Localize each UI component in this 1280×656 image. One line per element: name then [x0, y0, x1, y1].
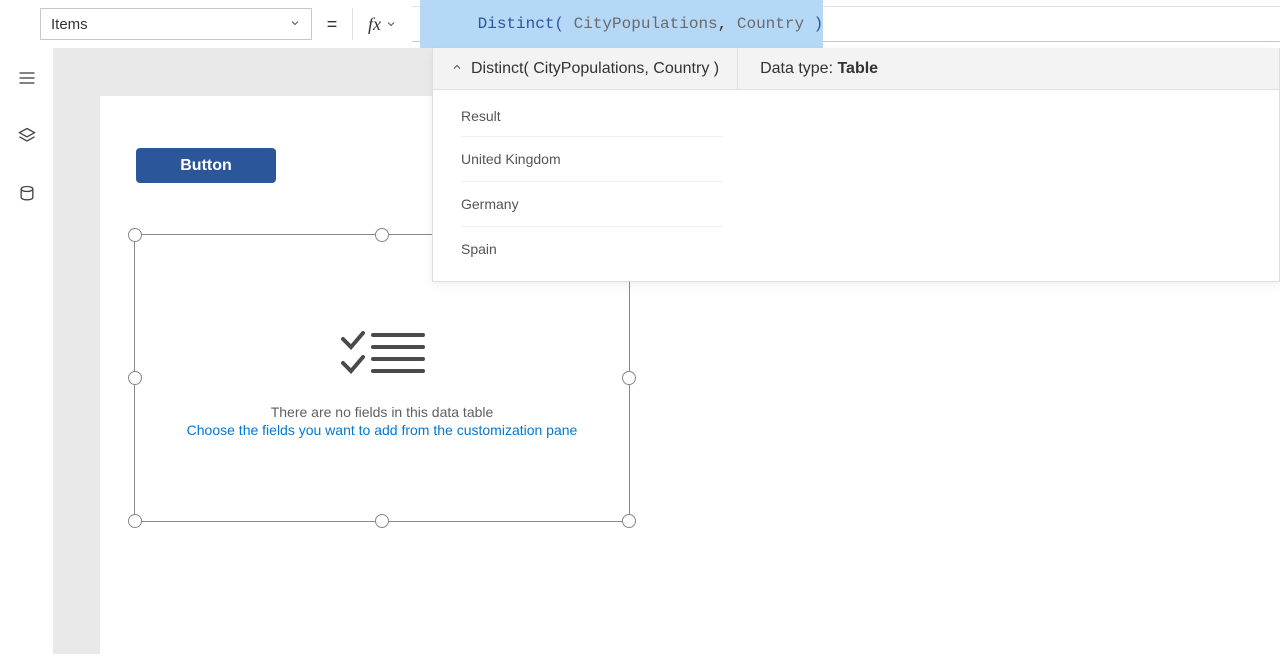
resize-handle[interactable]: [128, 514, 142, 528]
resize-handle[interactable]: [375, 228, 389, 242]
result-row[interactable]: Germany: [461, 182, 723, 227]
equals-sign: =: [312, 14, 352, 35]
left-rail: [0, 48, 54, 654]
result-datatype: Data type: Table: [738, 60, 900, 78]
formula-result-panel: Distinct( CityPopulations, Country ) Dat…: [432, 48, 1280, 282]
resize-handle[interactable]: [128, 228, 142, 242]
result-header: Distinct( CityPopulations, Country ) Dat…: [433, 48, 1279, 90]
result-body: Result United Kingdom Germany Spain: [433, 90, 723, 281]
resize-handle[interactable]: [622, 514, 636, 528]
database-icon[interactable]: [15, 182, 39, 206]
property-dropdown-value: Items: [51, 16, 88, 33]
chevron-down-icon: [385, 14, 397, 35]
formula-bar: Items = fx Distinct( CityPopulations, Co…: [0, 6, 1280, 42]
fx-label: fx: [368, 14, 381, 35]
fx-button[interactable]: fx: [352, 8, 412, 40]
resize-handle[interactable]: [375, 514, 389, 528]
result-row[interactable]: United Kingdom: [461, 137, 723, 182]
app-button[interactable]: Button: [136, 148, 276, 183]
result-column-header: Result: [461, 94, 723, 137]
property-dropdown[interactable]: Items: [40, 8, 312, 40]
chevron-up-icon: [451, 60, 463, 78]
result-row[interactable]: Spain: [461, 227, 723, 271]
formula-text: Distinct( CityPopulations, Country ): [420, 0, 823, 52]
empty-state: There are no fields in this data table C…: [135, 327, 629, 438]
result-expression-cell[interactable]: Distinct( CityPopulations, Country ): [433, 48, 738, 89]
empty-message-link[interactable]: Choose the fields you want to add from t…: [187, 422, 578, 438]
hamburger-icon[interactable]: [15, 66, 39, 90]
formula-input[interactable]: Distinct( CityPopulations, Country ): [412, 6, 1280, 42]
empty-message-line1: There are no fields in this data table: [271, 404, 494, 420]
chevron-down-icon: [289, 16, 301, 33]
checklist-icon: [339, 327, 425, 386]
canvas-area: Button: [54, 48, 1280, 654]
layers-icon[interactable]: [15, 124, 39, 148]
result-expression: Distinct( CityPopulations, Country ): [471, 60, 719, 78]
